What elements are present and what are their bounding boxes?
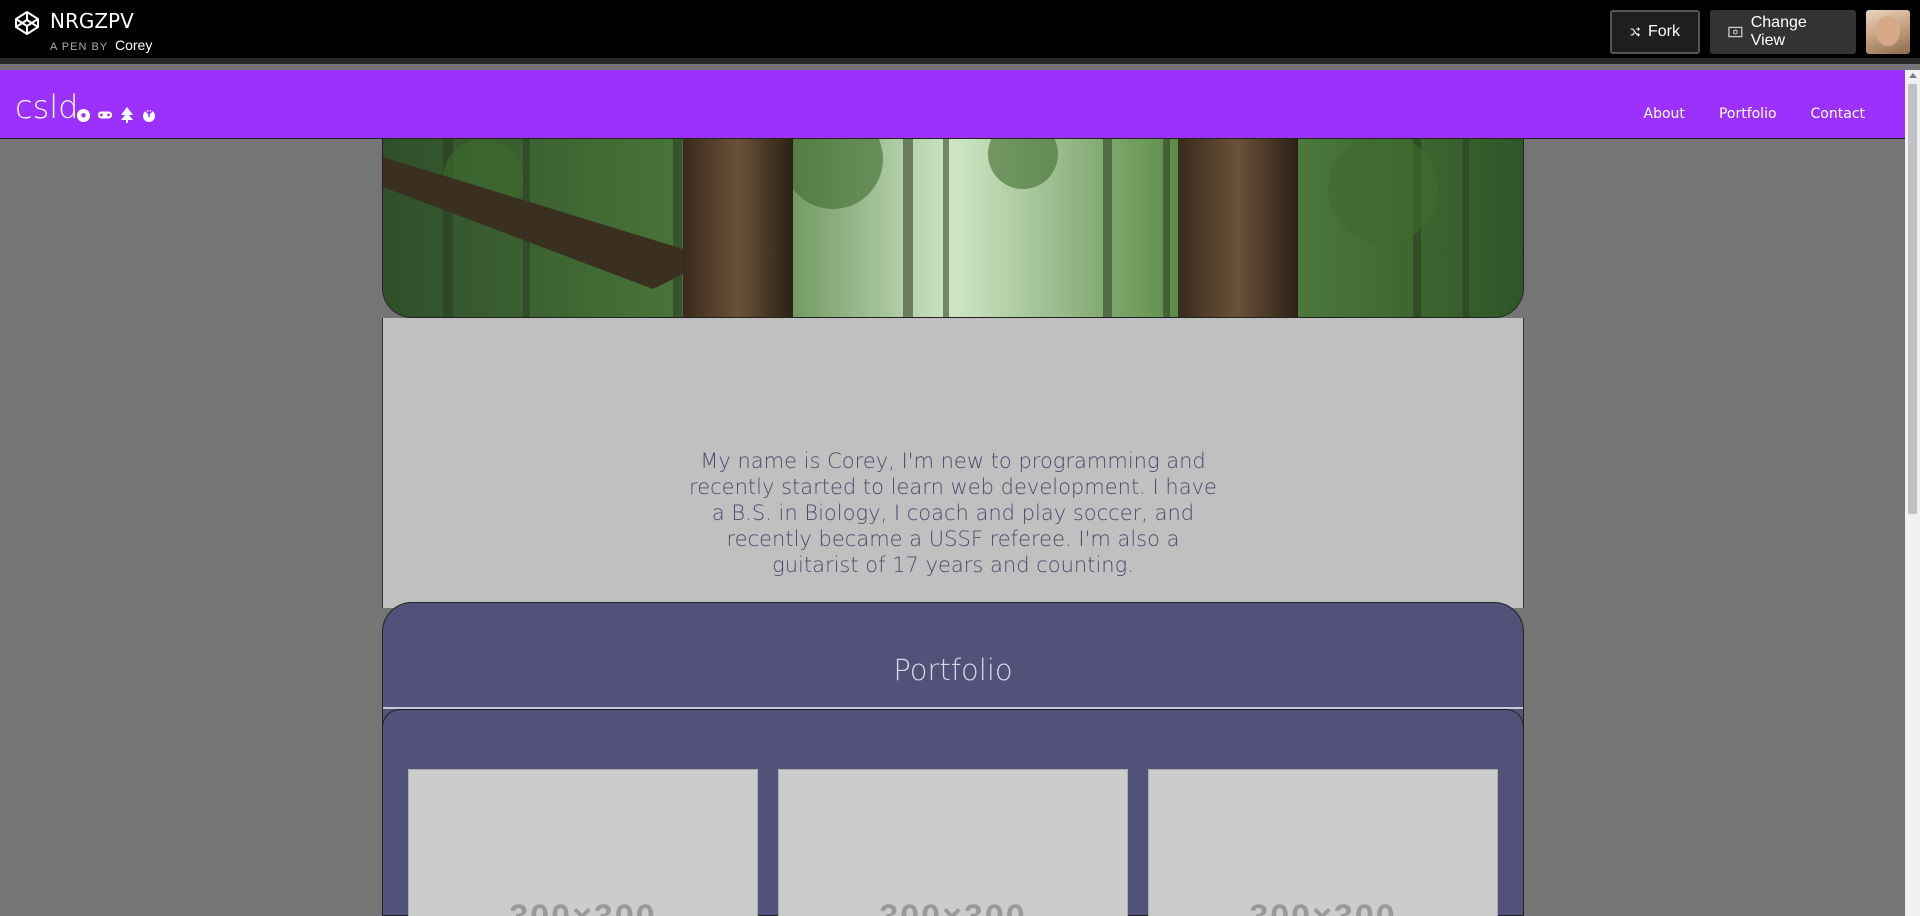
page-scrollbar[interactable] <box>1905 70 1920 916</box>
scrollbar-thumb[interactable] <box>1908 84 1917 514</box>
portfolio-card[interactable]: 300×300 <box>1148 769 1498 916</box>
about-text: My name is Corey, I'm new to programming… <box>689 449 1217 577</box>
user-avatar[interactable] <box>1866 10 1910 54</box>
nav-portfolio-link[interactable]: Portfolio <box>1719 106 1777 122</box>
change-view-icon <box>1728 26 1743 38</box>
portfolio-heading: Portfolio <box>893 653 1013 687</box>
byline-prefix: A PEN BY <box>50 41 108 53</box>
portfolio-card[interactable]: 300×300 <box>408 769 758 916</box>
site-navbar: csld About Portfolio Contact <box>0 70 1905 139</box>
fork-icon <box>1630 27 1640 37</box>
nav-contact-link[interactable]: Contact <box>1811 106 1865 122</box>
pen-byline: A PEN BY Corey <box>50 37 152 53</box>
tree-icon <box>119 107 135 123</box>
nav-about-link[interactable]: About <box>1644 106 1685 122</box>
scroll-up-arrow-icon[interactable] <box>1909 73 1917 78</box>
about-section: My name is Corey, I'm new to programming… <box>382 318 1524 608</box>
soccer-ball-icon <box>75 107 91 123</box>
placeholder-label: 300×300 <box>779 898 1127 916</box>
pen-author-link[interactable]: Corey <box>115 37 152 53</box>
pen-title: NRGZPV <box>50 9 134 33</box>
nav-links: About Portfolio Contact <box>1644 106 1865 122</box>
brand-icons <box>75 107 157 123</box>
change-view-button[interactable]: Change View <box>1710 10 1856 54</box>
placeholder-label: 300×300 <box>409 898 757 916</box>
portfolio-card[interactable]: 300×300 <box>778 769 1128 916</box>
codepen-header: NRGZPV A PEN BY Corey Fork Change View <box>0 0 1920 64</box>
codepen-logo-icon[interactable] <box>14 10 40 36</box>
gamepad-icon <box>97 107 113 123</box>
site-brand[interactable]: csld <box>15 88 78 126</box>
rebel-icon <box>141 107 157 123</box>
portfolio-section: Portfolio 300×300 300×300 300×300 <box>382 602 1524 916</box>
placeholder-label: 300×300 <box>1149 898 1497 916</box>
fork-button[interactable]: Fork <box>1610 10 1700 54</box>
fork-label: Fork <box>1648 23 1680 40</box>
change-view-label: Change View <box>1750 14 1807 49</box>
hero-forest-image <box>382 139 1524 318</box>
